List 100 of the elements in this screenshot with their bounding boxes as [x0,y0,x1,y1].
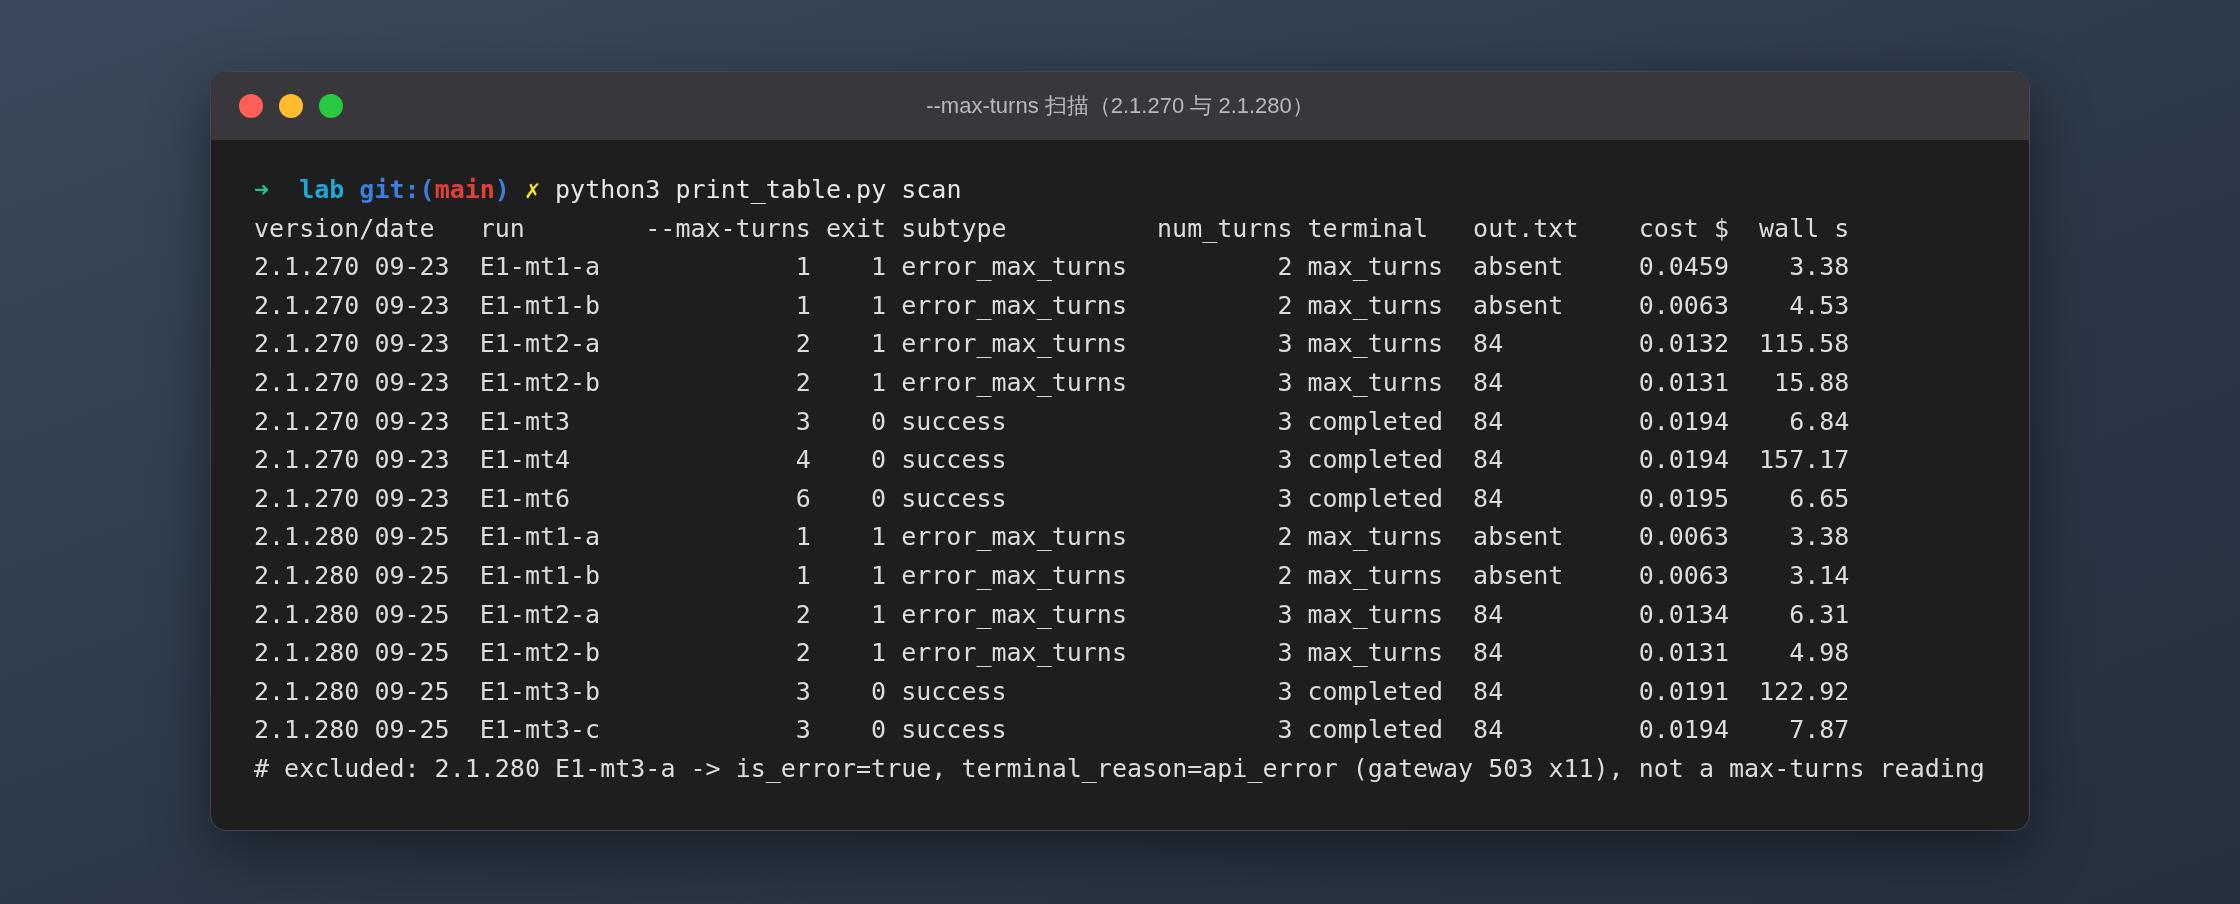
table-cell-text: max_turns [1307,521,1444,554]
table-cell-text: 3 [1276,675,1293,708]
table-cell-text: 0.0194 [1638,405,1729,438]
table-cell-text: 84 [1473,675,1505,708]
table-cell-text: 1 [794,289,811,322]
table-cell-text: error_max_turns [901,521,1127,554]
table-cell-text: E1-mt3-b [479,675,602,708]
table-cell-text: 2 [794,328,811,361]
table-cell-text: 2.1.280 09-25 [254,598,450,631]
table-cell-text: 1 [794,521,811,554]
table-cell-text: error_max_turns [901,328,1127,361]
table-cell-text: 2 [794,598,811,631]
table-cell-text: E1-mt1-a [479,521,602,554]
table-cell-text: 0.0194 [1638,444,1729,477]
table-cell-text: 2.1.280 09-25 [254,714,450,747]
table-cell-text: 157.17 [1759,444,1850,477]
table-cell-text: E1-mt1-b [479,289,602,322]
table-cell-text: error_max_turns [901,559,1127,592]
table-cell-text: 0 [870,405,887,438]
table-cell-text: E1-mt2-b [479,637,602,670]
table-cell-text: 84 [1473,366,1505,399]
table-cell-text: 7.87 [1788,714,1850,747]
column-header: exit [825,212,887,245]
table-cell-text: 3 [1276,444,1293,477]
table-cell-text: E1-mt2-a [479,598,602,631]
close-button[interactable] [239,94,263,118]
table-cell-text: 2 [1276,289,1293,322]
table-cell-text: 1 [870,366,887,399]
table-cell-text: 0 [870,444,887,477]
table-cell-text: success [901,675,1008,708]
table-cell-text: error_max_turns [901,637,1127,670]
table-cell-text: 84 [1473,482,1505,515]
table-cell-text: 0.0131 [1638,637,1729,670]
table-cell-text: error_max_turns [901,289,1127,322]
table-cell-text: error_max_turns [901,598,1127,631]
minimize-button[interactable] [279,94,303,118]
table-cell-text: 3 [1276,328,1293,361]
table-cell-text: E1-mt4 [479,444,572,477]
column-header: wall s [1759,212,1850,245]
table-cell-text: 3.14 [1788,559,1850,592]
table-cell-text: 3 [794,714,811,747]
table-cell-text: success [901,482,1008,515]
table-cell-text: absent [1473,559,1565,592]
table-cell-text: E1-mt2-a [479,328,602,361]
table-cell-text: 84 [1473,444,1505,477]
table-cell-text: 0 [870,714,887,747]
prompt-line: ➜ lab git:(main) ✗ python3 print_table.py scan [254,174,963,206]
table-cell-text: 2 [794,366,811,399]
column-header: version/date [254,212,436,245]
table-cell-text: 1 [870,521,887,554]
column-header: subtype [901,212,1008,245]
table-cell-text: 3 [1276,637,1293,670]
table-cell-text: E1-mt3 [479,405,572,438]
table-cell-text: 1 [870,598,887,631]
table-cell-text: 1 [794,559,811,592]
table-cell-text: E1-mt3-c [479,714,602,747]
table-cell-text: completed [1307,444,1444,477]
table-cell-text: 4.98 [1788,637,1850,670]
column-header: terminal [1307,212,1429,245]
table-cell-text: 0.0195 [1638,482,1729,515]
table-cell-text: absent [1473,521,1565,554]
table-cell-text: 2 [794,637,811,670]
table-cell-text: E1-mt2-b [479,366,602,399]
table-cell-text: absent [1473,289,1565,322]
table-cell-text: 0.0063 [1638,559,1729,592]
table-cell-text: max_turns [1307,366,1444,399]
table-cell-text: 2.1.270 09-23 [254,328,450,361]
column-header: --max-turns [645,212,811,245]
table-cell-text: E1-mt1-b [479,559,602,592]
table-cell-text: max_turns [1307,559,1444,592]
table-cell-text: completed [1307,405,1444,438]
table-cell-text: max_turns [1307,598,1444,631]
table-cell-text: 3 [1276,405,1293,438]
table-cell-text: 0.0132 [1638,328,1729,361]
table-cell-text: 115.58 [1759,328,1850,361]
table-cell-text: 0.0063 [1638,521,1729,554]
table-cell-text: 3 [794,675,811,708]
maximize-button[interactable] [319,94,343,118]
table-cell-text: 3 [1276,598,1293,631]
table-cell-text: error_max_turns [901,251,1127,284]
table-cell-text: 1 [870,328,887,361]
table-cell-text: 2.1.270 09-23 [254,289,450,322]
table-cell-text: 2 [1276,521,1293,554]
table-cell-text: 6.84 [1788,405,1850,438]
table-cell-text: 4 [794,444,811,477]
column-header: cost $ [1638,212,1729,245]
table-cell-text: error_max_turns [901,366,1127,399]
table-cell-text: 0.0194 [1638,714,1729,747]
table-cell-text: 2 [1276,251,1293,284]
table-cell-text: 6 [794,482,811,515]
table-cell-text: max_turns [1307,637,1444,670]
table-cell-text: 3 [794,405,811,438]
table-cell-text: 2 [1276,559,1293,592]
table-cell-text: 3 [1276,714,1293,747]
table-cell-text: 6.31 [1788,598,1850,631]
table-cell-text: 1 [794,251,811,284]
table-cell-text: max_turns [1307,328,1444,361]
table-cell-text: 3.38 [1788,521,1850,554]
table-cell-text: 3 [1276,366,1293,399]
table-cell-text: 0 [870,675,887,708]
